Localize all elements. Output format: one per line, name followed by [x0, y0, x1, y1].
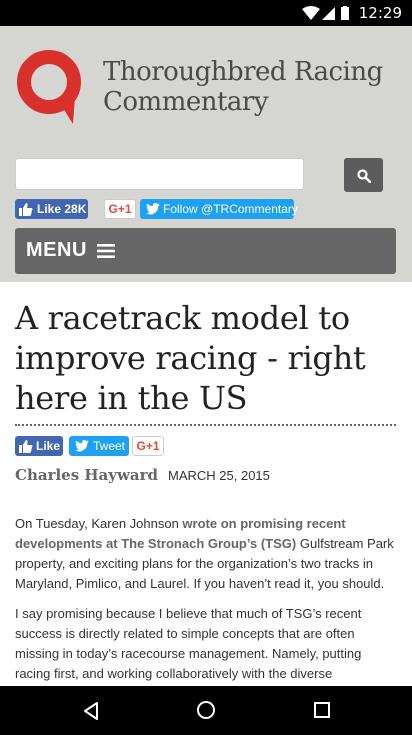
back-icon[interactable] — [82, 701, 100, 721]
clock: 12:29 — [358, 4, 402, 22]
site-logo[interactable] — [15, 48, 85, 126]
author-name[interactable]: Charles Hayward — [15, 466, 158, 484]
share-like-button[interactable]: Like — [15, 436, 63, 456]
hamburger-icon — [97, 244, 115, 258]
thumbs-up-icon — [19, 203, 33, 216]
share-tweet-button[interactable]: Tweet — [69, 436, 129, 456]
twitter-follow-button[interactable]: Follow @TRCommentary — [140, 199, 298, 219]
paragraph: On Tuesday, Karen Johnson wrote on promi… — [15, 516, 394, 591]
paragraph: I say promising because I believe that m… — [15, 606, 362, 681]
article-body: On Tuesday, Karen Johnson wrote on promi… — [15, 514, 400, 694]
facebook-like-button[interactable]: Like 28K — [15, 199, 88, 219]
twitter-follow-label: Follow @TRCommentary — [163, 202, 298, 216]
google-plus-button[interactable]: G+1 — [104, 199, 136, 219]
share-tweet-label: Tweet — [93, 439, 126, 453]
signal-icon — [322, 7, 335, 20]
home-icon[interactable] — [196, 700, 216, 720]
status-bar: 12:29 — [0, 0, 412, 26]
thumbs-up-icon — [19, 440, 33, 453]
facebook-like-label: Like 28K — [37, 202, 87, 216]
title-divider — [15, 424, 396, 426]
search-icon — [357, 169, 371, 183]
wifi-icon — [302, 6, 320, 20]
publish-date: MARCH 25, 2015 — [168, 468, 270, 483]
recents-icon[interactable] — [313, 701, 331, 719]
menu-button[interactable]: MENU — [15, 228, 396, 274]
share-like-label: Like — [36, 439, 61, 453]
search-button[interactable] — [344, 158, 383, 192]
twitter-bird-icon — [75, 440, 89, 452]
menu-label: MENU — [26, 239, 87, 261]
share-google-plus-button[interactable]: G+1 — [132, 436, 164, 456]
site-title[interactable]: Thoroughbred Racing Commentary — [103, 57, 383, 117]
twitter-bird-icon — [146, 203, 160, 215]
navigation-bar — [0, 686, 412, 735]
status-icons — [302, 6, 349, 20]
battery-icon — [341, 7, 349, 20]
search-input[interactable] — [15, 158, 304, 190]
article-title: A racetrack model to improve racing - ri… — [15, 299, 366, 417]
